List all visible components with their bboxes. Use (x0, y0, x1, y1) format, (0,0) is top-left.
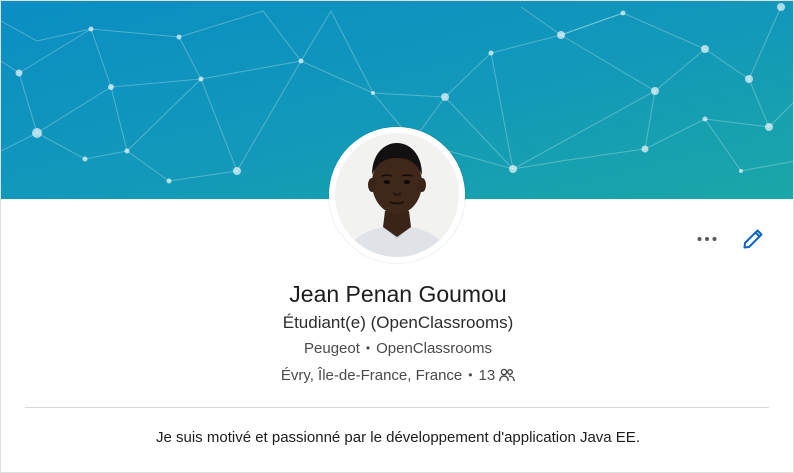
company-link-peugeot[interactable]: Peugeot (304, 340, 360, 357)
profile-headline: Étudiant(e) (OpenClassrooms) (282, 313, 514, 332)
more-button[interactable] (691, 225, 723, 253)
profile-card: Jean Penan Goumou Étudiant(e) (OpenClass… (0, 0, 794, 473)
section-divider (25, 407, 769, 408)
profile-name: Jean Penan Goumou (289, 281, 507, 307)
separator-dot: • (365, 341, 371, 355)
profile-summary: Je suis motivé et passionné par le dével… (156, 429, 640, 446)
profile-photo[interactable] (329, 127, 465, 263)
connections-count: 13 (478, 367, 496, 384)
profile-photo-image (329, 127, 465, 263)
profile-companies: Peugeot • OpenClassrooms (1, 339, 793, 359)
profile-actions (691, 225, 769, 253)
connections-link[interactable]: 13 (478, 367, 516, 384)
profile-location: Évry, Île-de-France, France (280, 367, 463, 384)
more-horizontal-icon (697, 237, 717, 241)
separator-dot: • (468, 368, 473, 382)
profile-location-row: Évry, Île-de-France, France • 13 (1, 366, 793, 386)
pencil-icon (743, 229, 763, 249)
company-link-openclassrooms[interactable]: OpenClassrooms (376, 340, 492, 357)
people-icon (499, 368, 516, 382)
edit-profile-button[interactable] (737, 225, 769, 253)
